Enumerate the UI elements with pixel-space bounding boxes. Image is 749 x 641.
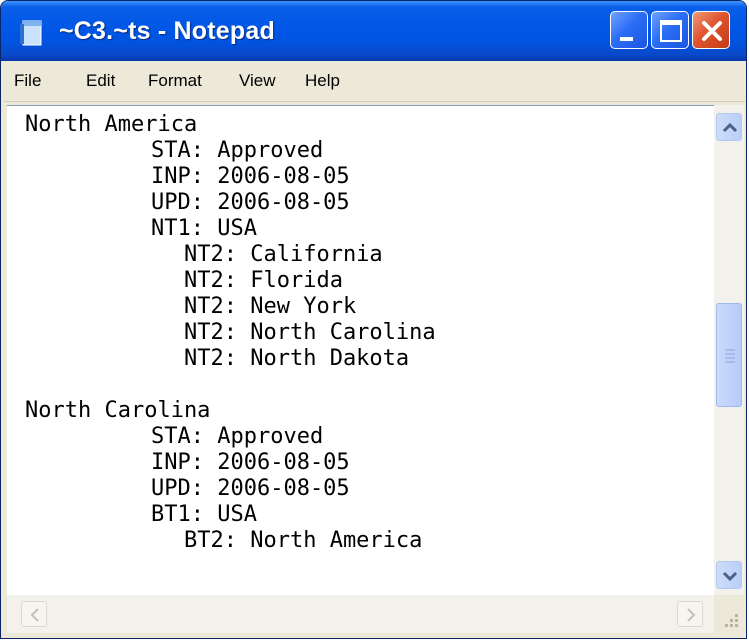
chevron-up-icon [722,122,738,133]
text-line: NT1: USA [151,216,257,241]
text-line: BT1: USA [151,502,257,527]
chevron-left-icon [30,608,39,622]
grip-lines-icon [725,349,735,363]
notepad-icon [20,20,42,46]
maximize-icon [660,20,682,42]
scroll-up-button[interactable] [716,113,742,141]
scroll-down-button[interactable] [716,561,742,589]
text-line: INP: 2006-08-05 [151,450,350,475]
text-line: NT2: North Dakota [184,346,410,371]
resize-grip-icon [725,614,738,627]
text-line: NT2: California [184,242,383,267]
text-line: INP: 2006-08-05 [151,164,350,189]
window-title: ~C3.~ts - Notepad [59,17,275,45]
menu-help[interactable]: Help [305,71,340,91]
title-bar[interactable]: ~C3.~ts - Notepad [1,1,746,61]
text-line: STA: Approved [151,138,324,163]
text-line: NT2: New York [184,294,357,319]
text-editor[interactable]: North America STA: Approved INP: 2006-08… [7,105,714,595]
menu-view[interactable]: View [239,71,276,91]
chevron-right-icon [687,608,696,622]
horizontal-scrollbar[interactable] [7,595,714,633]
chevron-down-icon [722,571,738,582]
menu-bar: File Edit Format View Help [4,62,745,102]
text-line: NT2: North Carolina [184,320,436,345]
menu-edit[interactable]: Edit [86,71,115,91]
text-line: STA: Approved [151,424,324,449]
menu-format[interactable]: Format [148,71,202,91]
close-icon [702,21,722,41]
text-line: UPD: 2006-08-05 [151,190,350,215]
text-line: UPD: 2006-08-05 [151,476,350,501]
menu-file[interactable]: File [14,71,41,91]
text-line: NT2: Florida [184,268,343,293]
resize-grip[interactable] [714,595,744,633]
minimize-button[interactable] [610,11,648,49]
text-line: BT2: North America [184,528,423,553]
notepad-window: ~C3.~ts - Notepad File Edit Format View … [0,0,747,639]
close-button[interactable] [692,11,730,49]
minimize-icon [620,37,633,41]
maximize-button[interactable] [651,11,689,49]
scroll-right-button[interactable] [677,601,703,627]
scroll-thumb[interactable] [716,303,742,407]
text-line: North America [25,112,198,137]
vertical-scrollbar[interactable] [714,105,744,595]
text-line: North Carolina [25,398,211,423]
scroll-left-button[interactable] [21,601,47,627]
